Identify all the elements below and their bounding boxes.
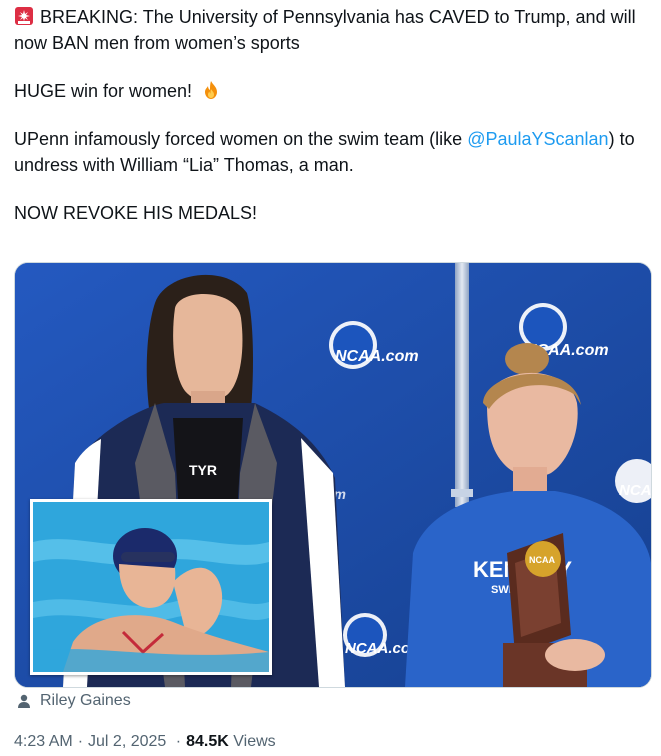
mention-link[interactable]: @PaulaYScanlan xyxy=(467,129,608,149)
photo-credit[interactable]: Riley Gaines xyxy=(16,690,131,712)
backdrop-pole xyxy=(455,263,469,507)
meta-separator: · xyxy=(77,733,84,750)
tweet-line-revoke: NOW REVOKE HIS MEDALS! xyxy=(14,203,258,223)
views-count: 84.5K xyxy=(186,733,229,750)
tweet-body: BREAKING: The University of Pennsylvania… xyxy=(14,4,650,226)
photo-credit-name: Riley Gaines xyxy=(40,692,131,709)
tweet-time: 4:23 AM xyxy=(14,733,73,750)
tweet-line-huge-win: HUGE win for women! xyxy=(14,81,193,101)
svg-text:NCA: NCA xyxy=(619,482,651,499)
svg-text:NCAA: NCAA xyxy=(529,555,555,565)
tweet-line-breaking: BREAKING: The University of Pennsylvania… xyxy=(14,7,636,53)
tweet-text: BREAKING: The University of Pennsylvania… xyxy=(14,4,650,226)
fire-icon xyxy=(201,80,221,100)
rotating-light-icon xyxy=(14,6,34,26)
tweet-date: Jul 2, 2025 xyxy=(88,733,167,750)
tweet-meta: 4:23 AM · Jul 2, 2025 · 84.5K Views xyxy=(14,733,276,751)
views-label: Views xyxy=(233,733,276,750)
person-icon xyxy=(18,694,30,708)
tweet-photo[interactable]: NCAA.com NCAA.com NCAA.com NCA om xyxy=(14,262,652,688)
meta-separator: · xyxy=(175,733,182,750)
svg-text:NCAA.com: NCAA.com xyxy=(335,348,419,365)
svg-text:TYR: TYR xyxy=(189,462,217,478)
tweet-timestamp[interactable]: 4:23 AM · Jul 2, 2025 xyxy=(14,733,171,750)
inset-photo xyxy=(30,499,272,675)
tweet-line-upenn-a: UPenn infamously forced women on the swi… xyxy=(14,129,468,149)
